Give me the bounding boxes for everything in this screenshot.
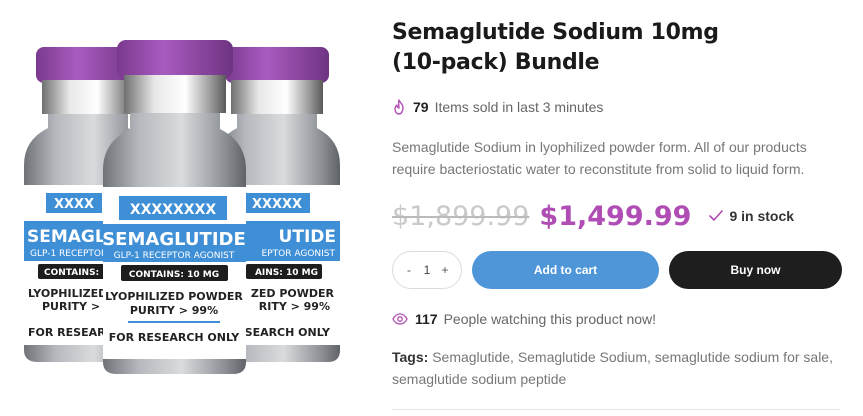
price-row: $1,899.99 $1,499.99 9 in stock xyxy=(392,196,794,236)
cart-form: - 1 + Add to cart Buy now xyxy=(392,251,842,289)
vial-left-subtitle: GLP-1 RECEPTOR xyxy=(30,249,107,259)
product-title: Semaglutide Sodium 10mg (10-pack) Bundle xyxy=(392,20,719,75)
quantity-stepper: - 1 + xyxy=(392,251,462,289)
vial-right-purity: RITY > 99% xyxy=(259,300,330,313)
product-description: Semaglutide Sodium in lyophilized powder… xyxy=(392,139,807,177)
check-icon xyxy=(709,210,724,221)
product-image[interactable]: XXXX SEMAGLU GLP-1 RECEPTOR CONTAINS: LY… xyxy=(0,0,370,416)
vial-right-name: UTIDE xyxy=(279,227,336,247)
tag-separator: , xyxy=(510,349,514,365)
buy-now-button[interactable]: Buy now xyxy=(669,251,842,289)
vial-front-purity: PURITY > 99% xyxy=(130,304,218,317)
product-tags: Tags: Semaglutide, Semaglutide Sodium, s… xyxy=(392,346,847,390)
tag-link[interactable]: Semaglutide Sodium xyxy=(518,349,647,365)
sold-text: Items sold in last 3 minutes xyxy=(434,99,604,115)
vial-front-code: XXXXXXXX xyxy=(130,202,217,218)
add-to-cart-button[interactable]: Add to cart xyxy=(472,251,659,289)
tag-separator: , xyxy=(829,349,833,365)
vial-right-code: XXXXX xyxy=(252,197,302,212)
watching-indicator: 117 People watching this product now! xyxy=(392,309,656,329)
vial-front-subtitle: GLP-1 RECEPTOR AGONIST xyxy=(114,251,235,261)
tag-link[interactable]: Semaglutide xyxy=(432,349,510,365)
tag-link[interactable]: semaglutide sodium for sale xyxy=(655,349,829,365)
vial-right-powder: ZED POWDER xyxy=(251,287,335,300)
vial-right-contains: AINS: 10 MG xyxy=(255,268,318,278)
vial-right-research: SEARCH ONLY xyxy=(245,326,331,339)
flame-icon xyxy=(394,99,404,115)
tags-label: Tags: xyxy=(392,349,429,365)
vial-left-contains: CONTAINS: xyxy=(44,268,99,278)
vial-front-research: FOR RESEARCH ONLY xyxy=(109,331,241,344)
quantity-input[interactable]: 1 xyxy=(419,263,435,277)
watching-count: 117 xyxy=(415,311,438,327)
stock-status: 9 in stock xyxy=(709,208,794,224)
vial-front-contains: CONTAINS: 10 MG xyxy=(129,270,219,280)
vial-left-code: XXXX xyxy=(54,197,94,212)
vial-front-powder: LYOPHILIZED POWDER xyxy=(105,290,243,303)
sold-indicator: 79 Items sold in last 3 minutes xyxy=(392,97,603,117)
watching-text: People watching this product now! xyxy=(443,311,657,327)
qty-decrease-button[interactable]: - xyxy=(403,263,415,277)
eye-icon xyxy=(392,313,408,325)
vial-left-purity: PURITY > xyxy=(42,300,100,313)
stock-text: 9 in stock xyxy=(729,208,795,224)
tag-separator: , xyxy=(647,349,651,365)
vials-illustration: XXXX SEMAGLU GLP-1 RECEPTOR CONTAINS: LY… xyxy=(24,40,340,374)
vial-right-subtitle: EPTOR AGONIST xyxy=(262,249,336,259)
divider xyxy=(392,409,840,410)
vial-left-powder: LYOPHILIZED xyxy=(28,287,107,300)
tag-link[interactable]: semaglutide sodium peptide xyxy=(392,371,566,387)
qty-increase-button[interactable]: + xyxy=(439,263,451,277)
regular-price: $1,899.99 xyxy=(392,200,530,232)
sale-price: $1,499.99 xyxy=(539,200,692,232)
vial-front-name: SEMAGLUTIDE xyxy=(102,229,246,250)
sold-count: 79 xyxy=(413,99,429,115)
